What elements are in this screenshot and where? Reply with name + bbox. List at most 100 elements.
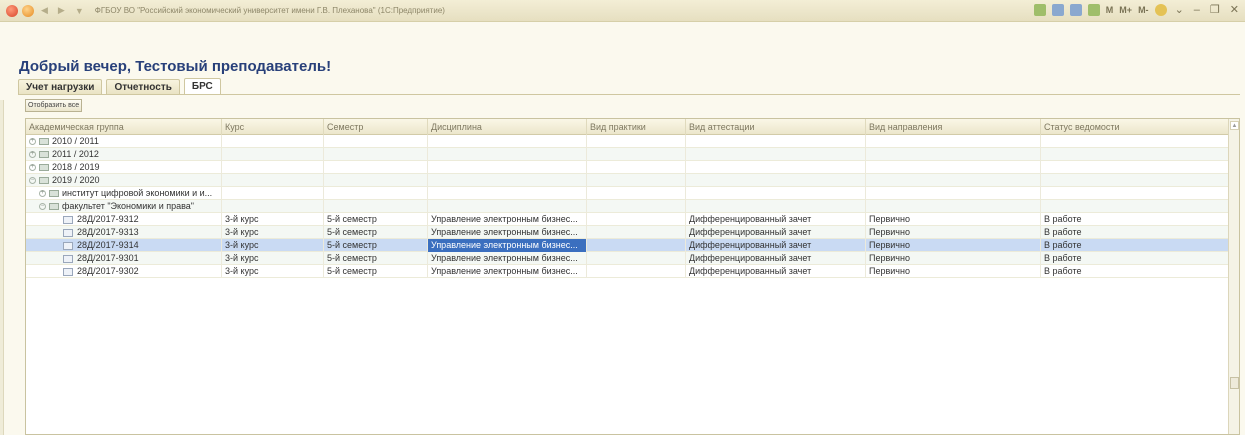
cell-semester: 5-й семестр bbox=[324, 213, 428, 226]
memory-button[interactable]: M bbox=[1106, 5, 1114, 15]
document-icon bbox=[63, 267, 73, 276]
cell-discipline: Управление электронным бизнес... bbox=[428, 265, 587, 278]
cell-semester: 5-й семестр bbox=[324, 252, 428, 265]
table-row[interactable]: 28Д/2017-9313 3-й курс 5-й семестр Управ… bbox=[26, 226, 1239, 239]
cell-group: 28Д/2017-9312 bbox=[77, 214, 139, 224]
cell-discipline: Управление электронным бизнес... bbox=[428, 252, 587, 265]
col-semester[interactable]: Семестр bbox=[324, 119, 428, 135]
table-row[interactable]: 28Д/2017-9301 3-й курс 5-й семестр Управ… bbox=[26, 252, 1239, 265]
tree-row-label: 2019 / 2020 bbox=[52, 175, 100, 185]
cell-practice bbox=[587, 213, 686, 226]
paste-icon[interactable] bbox=[1087, 3, 1100, 16]
greeting-heading: Добрый вечер, Тестовый преподаватель! bbox=[19, 58, 332, 75]
info-icon[interactable] bbox=[1154, 3, 1167, 16]
expand-icon[interactable]: + bbox=[39, 190, 46, 198]
tab-divider bbox=[18, 94, 1240, 95]
cell-practice bbox=[587, 265, 686, 278]
restore-icon[interactable]: ❐ bbox=[1208, 3, 1222, 16]
cell-course: 3-й курс bbox=[222, 226, 324, 239]
cell-practice bbox=[587, 252, 686, 265]
tab-brs[interactable]: БРС bbox=[183, 78, 221, 95]
col-attestation-type[interactable]: Вид аттестации bbox=[686, 119, 866, 135]
tree-row-label: институт цифровой экономики и и... bbox=[62, 188, 213, 198]
cell-attestation: Дифференцированный зачет bbox=[686, 213, 866, 226]
cell-attestation: Дифференцированный зачет bbox=[686, 265, 866, 278]
table-row[interactable]: 28Д/2017-9312 3-й курс 5-й семестр Управ… bbox=[26, 213, 1239, 226]
scroll-up-icon[interactable]: ▲ bbox=[1230, 121, 1239, 130]
cell-group: 28Д/2017-9314 bbox=[77, 240, 139, 250]
col-discipline[interactable]: Дисциплина bbox=[428, 119, 587, 135]
close-icon[interactable]: ✕ bbox=[1228, 3, 1241, 16]
history-dropdown-icon[interactable]: ▼ bbox=[72, 6, 87, 16]
cell-status: В работе bbox=[1041, 226, 1229, 239]
cell-semester: 5-й семестр bbox=[324, 226, 428, 239]
tab-bar: Учет нагрузки Отчетность БРС bbox=[18, 78, 221, 95]
col-statement-status[interactable]: Статус ведомости bbox=[1041, 119, 1229, 135]
calendar-icon[interactable] bbox=[1051, 3, 1064, 16]
vertical-scrollbar[interactable]: ▲ bbox=[1228, 119, 1239, 434]
tree-row-label: факультет "Экономики и права" bbox=[62, 201, 194, 211]
window-title: ФГБОУ ВО "Российский экономический униве… bbox=[94, 6, 445, 15]
cell-group: 28Д/2017-9313 bbox=[77, 227, 139, 237]
cell-status: В работе bbox=[1041, 265, 1229, 278]
expand-icon[interactable]: + bbox=[29, 151, 36, 159]
cell-course: 3-й курс bbox=[222, 239, 324, 252]
main-menu-icon[interactable] bbox=[22, 4, 34, 17]
calculator-icon[interactable] bbox=[1033, 3, 1046, 16]
folder-icon bbox=[49, 190, 59, 198]
collapse-icon[interactable]: − bbox=[39, 203, 46, 211]
cell-direction: Первично bbox=[866, 252, 1041, 265]
col-practice-type[interactable]: Вид практики bbox=[587, 119, 686, 135]
cell-discipline: Управление электронным бизнес... bbox=[428, 226, 587, 239]
tab-workload[interactable]: Учет нагрузки bbox=[18, 79, 103, 95]
expand-icon[interactable]: + bbox=[29, 138, 36, 146]
tree-row-year[interactable]: +2011 / 2012 bbox=[26, 148, 1239, 161]
cell-course: 3-й курс bbox=[222, 213, 324, 226]
cell-group: 28Д/2017-9301 bbox=[77, 253, 139, 263]
scroll-thumb[interactable] bbox=[1230, 377, 1239, 389]
grid-header: Академическая группа Курс Семестр Дисцип… bbox=[26, 119, 1239, 135]
memory-add-button[interactable]: M+ bbox=[1119, 5, 1132, 15]
cell-practice bbox=[587, 239, 686, 252]
back-arrow-icon[interactable]: ◀ bbox=[38, 5, 51, 16]
tree-row-label: 2011 / 2012 bbox=[52, 149, 99, 159]
tree-row-faculty[interactable]: − факультет "Экономики и права" bbox=[26, 200, 1239, 213]
cell-direction: Первично bbox=[866, 239, 1041, 252]
minimize-icon[interactable]: – bbox=[1192, 4, 1202, 16]
tree-row-year[interactable]: +2018 / 2019 bbox=[26, 161, 1239, 174]
cell-status: В работе bbox=[1041, 239, 1229, 252]
document-icon bbox=[63, 241, 73, 250]
folder-icon bbox=[49, 203, 59, 211]
col-course[interactable]: Курс bbox=[222, 119, 324, 135]
app-logo-icon[interactable] bbox=[6, 4, 18, 17]
tree-row-label: 2018 / 2019 bbox=[52, 162, 100, 172]
table-row[interactable]: 28Д/2017-9302 3-й курс 5-й семестр Управ… bbox=[26, 265, 1239, 278]
tree-row-institute[interactable]: + институт цифровой экономики и и... bbox=[26, 187, 1239, 200]
collapse-icon[interactable]: − bbox=[29, 177, 36, 185]
col-academic-group[interactable]: Академическая группа bbox=[26, 119, 222, 135]
cell-discipline-current[interactable]: Управление электронным бизнес... bbox=[428, 239, 587, 252]
data-grid: Академическая группа Курс Семестр Дисцип… bbox=[25, 118, 1240, 435]
dropdown-icon[interactable]: ⌄ bbox=[1173, 3, 1186, 16]
tree-row-year[interactable]: − 2019 / 2020 bbox=[26, 174, 1239, 187]
cell-group: 28Д/2017-9302 bbox=[77, 266, 139, 276]
tree-row-year[interactable]: +2010 / 2011 bbox=[26, 135, 1239, 148]
forward-arrow-icon[interactable]: ▶ bbox=[55, 5, 68, 16]
cell-semester: 5-й семестр bbox=[324, 265, 428, 278]
folder-icon bbox=[39, 138, 49, 146]
show-all-button[interactable]: Отобразить все bbox=[25, 99, 83, 112]
document-icon bbox=[63, 215, 73, 224]
folder-icon bbox=[39, 151, 49, 159]
memory-subtract-button[interactable]: M- bbox=[1138, 5, 1149, 15]
document-icon bbox=[63, 254, 73, 263]
expand-icon[interactable]: + bbox=[29, 164, 36, 172]
cell-course: 3-й курс bbox=[222, 252, 324, 265]
table-row-selected[interactable]: 28Д/2017-9314 3-й курс 5-й семестр Управ… bbox=[26, 239, 1239, 252]
window-titlebar: ◀ ▶ ▼ ФГБОУ ВО "Российский экономический… bbox=[0, 0, 1245, 22]
copy-icon[interactable] bbox=[1069, 3, 1082, 16]
tab-reports[interactable]: Отчетность bbox=[106, 79, 180, 95]
cell-attestation: Дифференцированный зачет bbox=[686, 226, 866, 239]
document-icon bbox=[63, 228, 73, 237]
folder-icon bbox=[39, 164, 49, 172]
col-direction-type[interactable]: Вид направления bbox=[866, 119, 1041, 135]
